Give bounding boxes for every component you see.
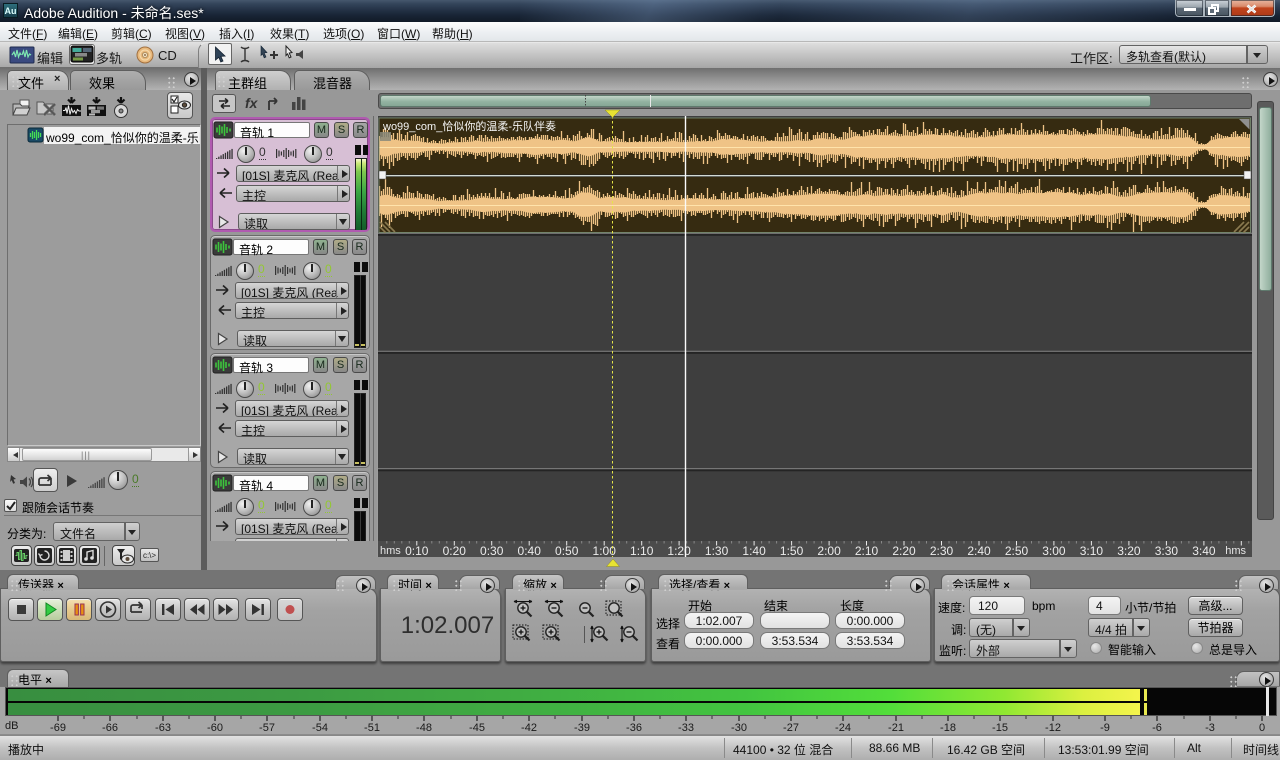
svg-text:0:20: 0:20 bbox=[443, 544, 467, 557]
svg-text:-30: -30 bbox=[731, 722, 747, 734]
svg-text:-21: -21 bbox=[888, 722, 904, 734]
svg-text:1:50: 1:50 bbox=[780, 544, 804, 557]
svg-text:-39: -39 bbox=[574, 722, 590, 734]
svg-text:hms: hms bbox=[1225, 545, 1246, 557]
svg-text:3:40: 3:40 bbox=[1192, 544, 1216, 557]
svg-text:-9: -9 bbox=[1100, 722, 1110, 734]
svg-text:3:00: 3:00 bbox=[1042, 544, 1066, 557]
svg-text:-54: -54 bbox=[312, 722, 328, 734]
svg-text:-15: -15 bbox=[992, 722, 1008, 734]
svg-text:2:40: 2:40 bbox=[967, 544, 991, 557]
svg-text:1:00: 1:00 bbox=[593, 544, 617, 557]
svg-text:wo99_com_恰似你的温柔-乐队伴奏: wo99_com_恰似你的温柔-乐队伴奏 bbox=[382, 119, 556, 133]
svg-text:2:30: 2:30 bbox=[930, 544, 954, 557]
svg-text:0:10: 0:10 bbox=[405, 544, 429, 557]
svg-text:3:20: 3:20 bbox=[1117, 544, 1141, 557]
svg-text:-45: -45 bbox=[469, 722, 485, 734]
svg-text:2:50: 2:50 bbox=[1005, 544, 1029, 557]
svg-text:-36: -36 bbox=[626, 722, 642, 734]
svg-text:hms: hms bbox=[380, 545, 401, 557]
svg-text:2:10: 2:10 bbox=[855, 544, 879, 557]
svg-text:0: 0 bbox=[1259, 722, 1265, 734]
svg-text:-51: -51 bbox=[364, 722, 380, 734]
svg-text:1:10: 1:10 bbox=[630, 544, 654, 557]
svg-text:-63: -63 bbox=[155, 722, 171, 734]
svg-text:1:20: 1:20 bbox=[667, 544, 691, 557]
svg-text:-69: -69 bbox=[50, 722, 66, 734]
svg-text:-57: -57 bbox=[259, 722, 275, 734]
svg-text:0:50: 0:50 bbox=[555, 544, 579, 557]
svg-text:-27: -27 bbox=[783, 722, 799, 734]
svg-text:-42: -42 bbox=[521, 722, 537, 734]
svg-text:-18: -18 bbox=[940, 722, 956, 734]
svg-text:0:40: 0:40 bbox=[518, 544, 542, 557]
svg-text:-12: -12 bbox=[1045, 722, 1061, 734]
svg-text:-3: -3 bbox=[1205, 722, 1215, 734]
svg-text:-24: -24 bbox=[835, 722, 851, 734]
svg-text:2:20: 2:20 bbox=[892, 544, 916, 557]
svg-text:2:00: 2:00 bbox=[817, 544, 841, 557]
svg-text:3:10: 3:10 bbox=[1080, 544, 1104, 557]
svg-text:dB: dB bbox=[5, 720, 18, 732]
svg-text:1:30: 1:30 bbox=[705, 544, 729, 557]
svg-text:0:30: 0:30 bbox=[480, 544, 504, 557]
svg-text:-6: -6 bbox=[1152, 722, 1162, 734]
svg-text:-33: -33 bbox=[678, 722, 694, 734]
svg-text:3:30: 3:30 bbox=[1155, 544, 1179, 557]
svg-text:-60: -60 bbox=[207, 722, 223, 734]
svg-text:-66: -66 bbox=[102, 722, 118, 734]
svg-text:1:40: 1:40 bbox=[742, 544, 766, 557]
svg-text:-48: -48 bbox=[416, 722, 432, 734]
